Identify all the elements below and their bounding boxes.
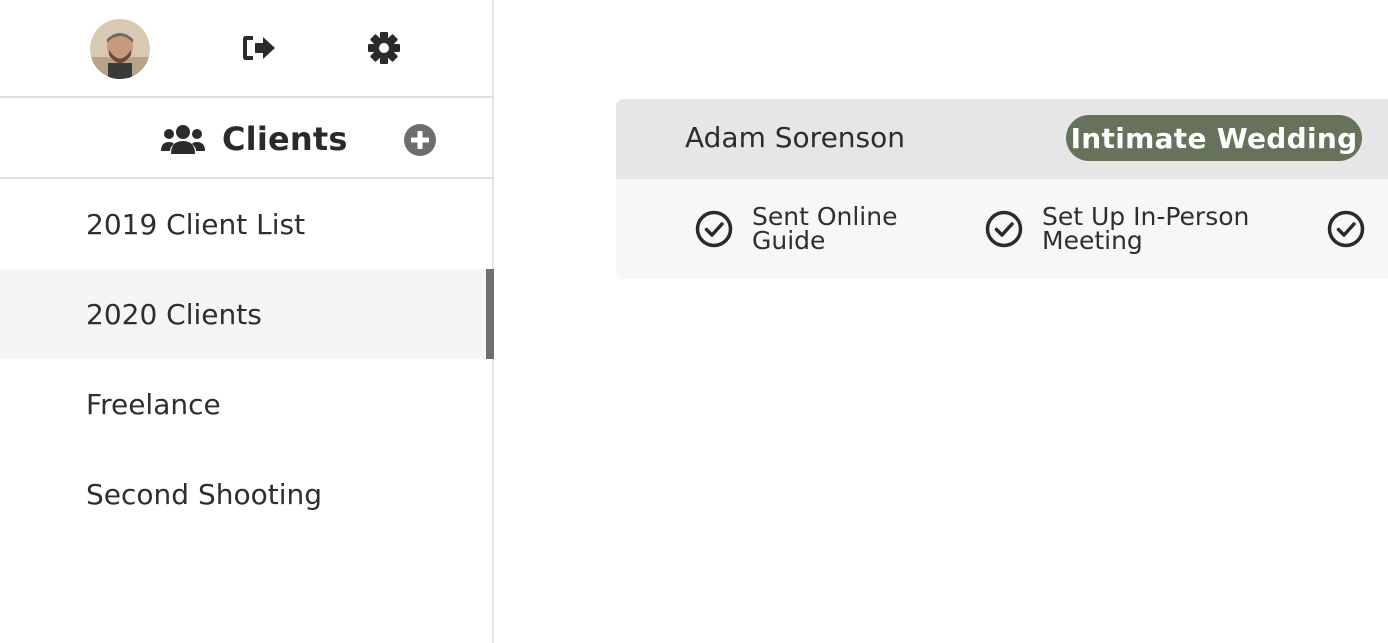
gear-icon bbox=[368, 32, 400, 64]
app-window: Clients 2019 Client List 2020 Clients Fr… bbox=[0, 0, 1388, 643]
sidebar-item-second-shooting[interactable]: Second Shooting bbox=[0, 449, 494, 539]
sidebar-item-label: Freelance bbox=[86, 387, 221, 421]
task-label: Sent Online Guide bbox=[752, 202, 898, 255]
sidebar-topbar bbox=[0, 0, 494, 98]
sidebar-item-2019-client-list[interactable]: 2019 Client List bbox=[0, 179, 494, 269]
sidebar-item-label: 2020 Clients bbox=[86, 297, 262, 331]
sidebar: Clients 2019 Client List 2020 Clients Fr… bbox=[0, 0, 494, 643]
task-item[interactable]: Set Up In-Person Meeting bbox=[984, 179, 1249, 279]
sidebar-item-label: 2019 Client List bbox=[86, 207, 306, 241]
user-avatar[interactable] bbox=[90, 19, 150, 79]
clients-section-header: Clients bbox=[0, 100, 494, 179]
sidebar-item-freelance[interactable]: Freelance bbox=[0, 359, 494, 449]
logout-button[interactable] bbox=[241, 30, 277, 66]
sign-out-icon bbox=[243, 36, 275, 60]
task-label: Set Up In-Person Meeting bbox=[1042, 202, 1250, 255]
task-item[interactable]: Sent Online Guide bbox=[694, 179, 897, 279]
sidebar-item-2020-clients[interactable]: 2020 Clients bbox=[0, 269, 494, 359]
check-circle-icon bbox=[985, 210, 1023, 248]
client-card: Adam Sorenson Intimate Wedding Sent Onli… bbox=[616, 99, 1388, 279]
check-circle-icon bbox=[695, 210, 733, 248]
client-card-header: Adam Sorenson Intimate Wedding bbox=[616, 99, 1388, 179]
avatar-image bbox=[90, 19, 150, 79]
sidebar-item-label: Second Shooting bbox=[86, 477, 323, 511]
task-item[interactable] bbox=[1326, 179, 1366, 279]
check-circle-icon bbox=[1327, 210, 1365, 248]
client-list-nav: 2019 Client List 2020 Clients Freelance … bbox=[0, 179, 494, 539]
settings-button[interactable] bbox=[366, 30, 402, 66]
users-icon bbox=[161, 125, 205, 154]
package-tag-badge: Intimate Wedding bbox=[1066, 115, 1362, 161]
add-client-list-button[interactable] bbox=[404, 124, 436, 156]
client-name[interactable]: Adam Sorenson bbox=[685, 121, 905, 154]
clients-title: Clients bbox=[222, 120, 348, 158]
plus-circle-icon bbox=[404, 124, 436, 156]
